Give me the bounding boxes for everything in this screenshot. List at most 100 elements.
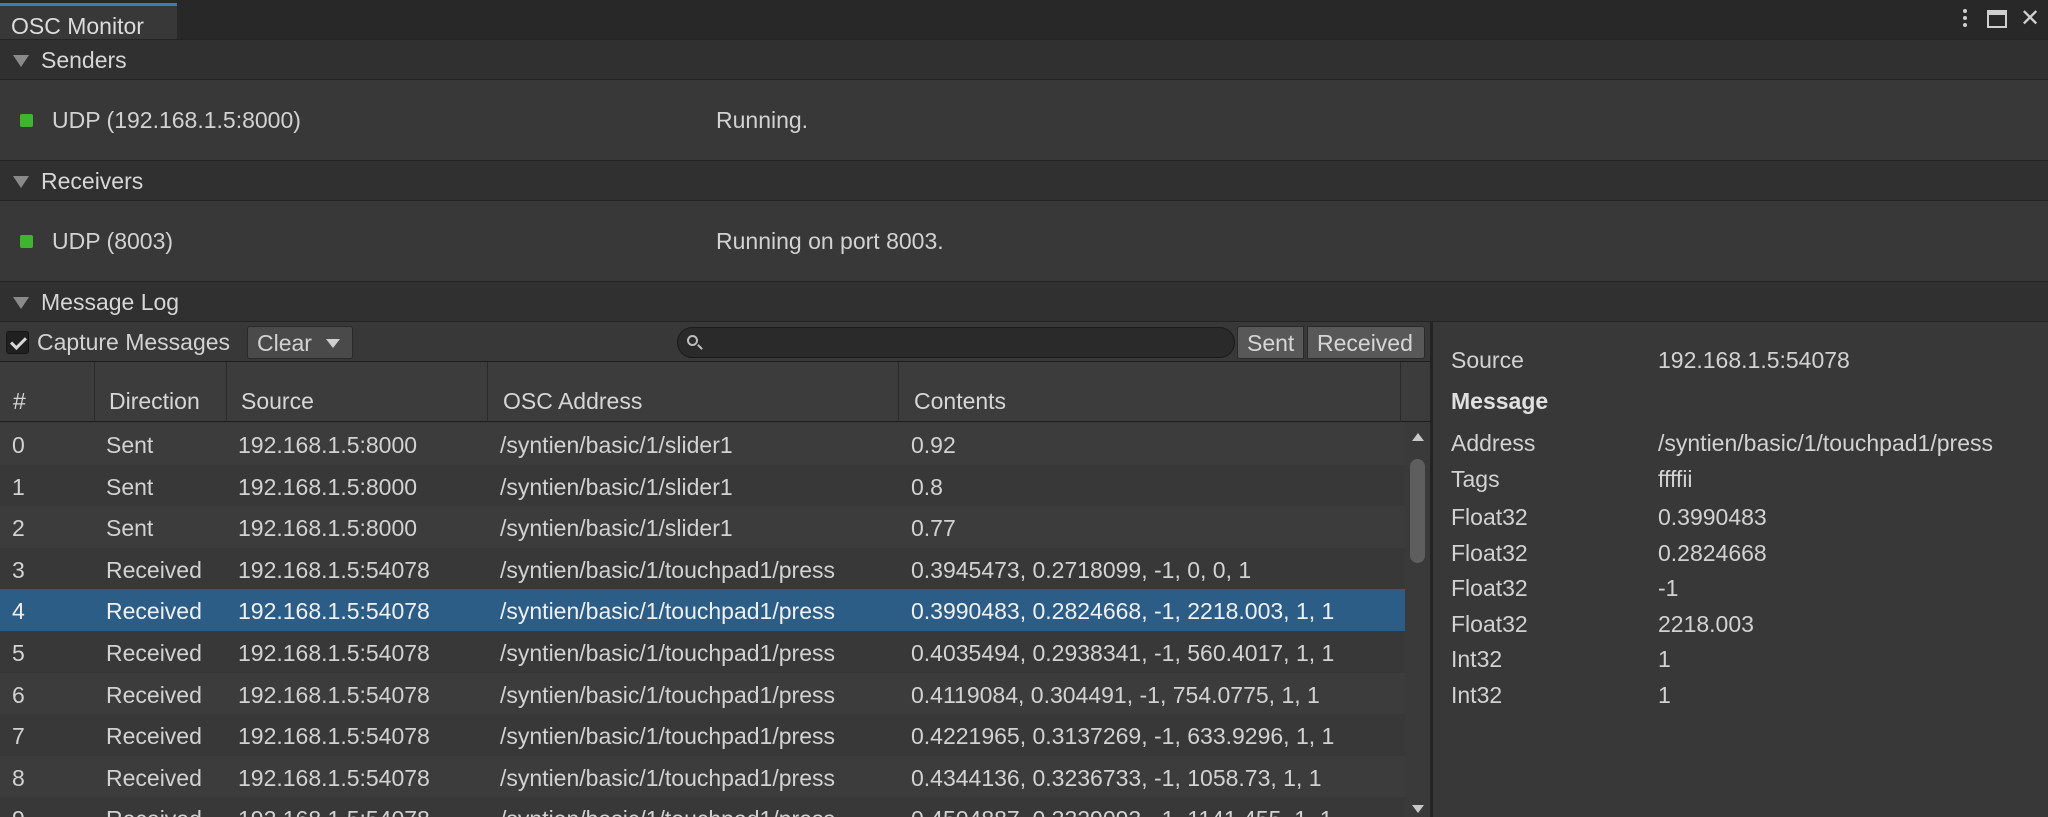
row-contents: 0.4344136, 0.3236733, -1, 1058.73, 1, 1 xyxy=(911,764,1322,791)
row-number: 5 xyxy=(12,639,25,666)
column-header-number[interactable]: # xyxy=(0,362,95,422)
scrollbar-thumb[interactable] xyxy=(1410,459,1425,563)
inspector-arg-value: -1 xyxy=(1658,575,1679,601)
sender-row: UDP (192.168.1.5:8000) Running. xyxy=(0,80,2048,160)
row-direction: Sent xyxy=(106,432,154,458)
inspector-arg-row: Float32 0.3990483 xyxy=(1451,504,2041,536)
row-number: 4 xyxy=(12,598,25,625)
table-row[interactable]: 6 Received 192.168.1.5:54078/syntien/basic… xyxy=(0,672,1405,715)
tab-title: OSC Monitor xyxy=(11,13,144,39)
row-contents: 0.92 xyxy=(911,432,956,458)
row-osc-address: /syntien/basic/1/slider1 xyxy=(500,473,733,500)
inspector-tags-label: Tags xyxy=(1451,466,1500,492)
row-source: 192.168.1.5:8000 xyxy=(238,515,418,542)
inspector-arg-type: Float32 xyxy=(1451,575,1528,601)
inspector-arg-value: 1 xyxy=(1658,646,1671,672)
column-header-contents[interactable]: Contents xyxy=(899,362,1401,422)
row-source: 192.168.1.5:8000 xyxy=(238,432,418,458)
row-osc-address: /syntien/basic/1/touchpad1/press xyxy=(500,556,835,583)
row-contents: 0.3990483, 0.2824668, -1, 2218.003, 1, 1 xyxy=(911,598,1335,625)
row-number: 6 xyxy=(12,681,25,708)
tab-osc-monitor[interactable]: OSC Monitor xyxy=(0,3,177,40)
message-log-toolbar: Capture Messages Clear Sent Received xyxy=(0,322,1430,362)
inspector-arg-type: Float32 xyxy=(1451,539,1528,566)
table-row[interactable]: 7 Received 192.168.1.5:54078/syntien/basic… xyxy=(0,714,1405,756)
receivers-header[interactable]: Receivers xyxy=(0,160,2048,201)
inspector-arg-type: Float32 xyxy=(1451,504,1528,530)
row-direction: Received xyxy=(106,639,202,666)
inspector-address-value: /syntien/basic/1/touchpad1/press xyxy=(1658,430,1993,456)
row-source: 192.168.1.5:54078 xyxy=(238,806,430,817)
inspector-arg-type: Int32 xyxy=(1451,646,1503,672)
column-header-osc-address[interactable]: OSC Address xyxy=(488,362,899,422)
column-header-direction[interactable]: Direction xyxy=(95,362,227,422)
capture-messages-toggle[interactable]: Capture Messages xyxy=(6,328,230,356)
inspector-tags-row: Tags ffffii xyxy=(1451,466,2041,498)
row-osc-address: /syntien/basic/1/touchpad1/press xyxy=(500,598,835,625)
message-log-label: Message Log xyxy=(41,289,180,315)
row-contents: 0.4119084, 0.304491, -1, 754.0775, 1, 1 xyxy=(911,681,1320,708)
table-row[interactable]: 4 Received 192.168.1.5:54078/syntien/basic… xyxy=(0,589,1405,631)
maximize-icon[interactable] xyxy=(1987,5,2011,28)
inspector-arg-type: Int32 xyxy=(1451,681,1503,708)
table-row[interactable]: 0 Sent 192.168.1.5:8000/syntien/basic/1/sl… xyxy=(0,423,1405,465)
inspector-tags-value: ffffii xyxy=(1658,466,1693,492)
row-contents: 0.4504887, 0.3329093, -1, 1141.455, 1, 1 xyxy=(911,806,1333,817)
message-log-header[interactable]: Message Log xyxy=(0,281,2048,322)
table-header: # Direction Source OSC Address Contents xyxy=(0,362,1430,422)
search-input[interactable] xyxy=(708,328,1228,357)
row-contents: 0.3945473, 0.2718099, -1, 0, 0, 1 xyxy=(911,556,1252,583)
collapse-triangle-icon[interactable] xyxy=(13,176,29,188)
status-led-icon xyxy=(20,114,33,127)
row-number: 1 xyxy=(12,473,25,500)
inspector-address-label: Address xyxy=(1451,430,1536,456)
table-row[interactable]: 2 Sent 192.168.1.5:8000/syntien/basic/1/sl… xyxy=(0,506,1405,548)
checkbox-checked-icon[interactable] xyxy=(6,330,29,354)
inspector-arg-value: 0.3990483 xyxy=(1658,504,1767,530)
collapse-triangle-icon[interactable] xyxy=(13,55,29,67)
sender-status: Running. xyxy=(716,107,809,133)
table-row[interactable]: 9 Received 192.168.1.5:54078/syntien/basic… xyxy=(0,797,1405,817)
row-osc-address: /syntien/basic/1/touchpad1/press xyxy=(500,764,835,791)
filter-sent-button[interactable]: Sent xyxy=(1237,326,1304,359)
row-osc-address: /syntien/basic/1/touchpad1/press xyxy=(500,639,835,666)
inspector-arg-value: 0.2824668 xyxy=(1658,539,1767,566)
row-number: 0 xyxy=(12,432,25,458)
search-field[interactable] xyxy=(677,327,1235,358)
more-icon[interactable] xyxy=(1958,5,1972,27)
inspector-arg-row: Float32 -1 xyxy=(1451,575,2041,607)
inspector-source-label: Source xyxy=(1451,347,1524,373)
filter-received-button[interactable]: Received xyxy=(1307,326,1425,359)
vertical-scrollbar[interactable] xyxy=(1405,423,1430,817)
inspector-arg-row: Float32 2218.003 xyxy=(1451,611,2041,643)
row-direction: Received xyxy=(106,806,202,817)
close-icon[interactable]: ✕ xyxy=(2020,5,2044,33)
row-source: 192.168.1.5:54078 xyxy=(238,681,430,708)
clear-dropdown[interactable]: Clear xyxy=(247,326,353,359)
capture-messages-label: Capture Messages xyxy=(37,328,231,355)
row-number: 7 xyxy=(12,723,25,750)
chevron-down-icon xyxy=(326,339,340,348)
table-row[interactable]: 5 Received 192.168.1.5:54078/syntien/basic… xyxy=(0,630,1405,673)
status-led-icon xyxy=(20,235,33,248)
scroll-down-icon[interactable] xyxy=(1412,805,1424,813)
scroll-up-icon[interactable] xyxy=(1412,433,1424,441)
collapse-triangle-icon[interactable] xyxy=(13,297,29,309)
row-osc-address: /syntien/basic/1/touchpad1/press xyxy=(500,806,835,817)
inspector-source-value: 192.168.1.5:54078 xyxy=(1658,347,1850,373)
clear-label: Clear xyxy=(257,330,312,356)
row-source: 192.168.1.5:54078 xyxy=(238,723,430,750)
row-direction: Received xyxy=(106,556,202,583)
row-contents: 0.4035494, 0.2938341, -1, 560.4017, 1, 1 xyxy=(911,639,1335,666)
table-row[interactable]: 8 Received 192.168.1.5:54078/syntien/basic… xyxy=(0,755,1405,798)
row-source: 192.168.1.5:8000 xyxy=(238,473,418,500)
row-source: 192.168.1.5:54078 xyxy=(238,639,430,666)
senders-header[interactable]: Senders xyxy=(0,39,2048,80)
inspector-message-heading: Message xyxy=(1451,388,1549,414)
table-row[interactable]: 3 Received 192.168.1.5:54078/syntien/basic… xyxy=(0,547,1405,590)
row-osc-address: /syntien/basic/1/touchpad1/press xyxy=(500,681,835,708)
table-row[interactable]: 1 Sent 192.168.1.5:8000/syntien/basic/1/sl… xyxy=(0,464,1405,507)
column-header-source[interactable]: Source xyxy=(227,362,488,422)
row-number: 3 xyxy=(12,556,25,583)
row-direction: Received xyxy=(106,723,202,750)
